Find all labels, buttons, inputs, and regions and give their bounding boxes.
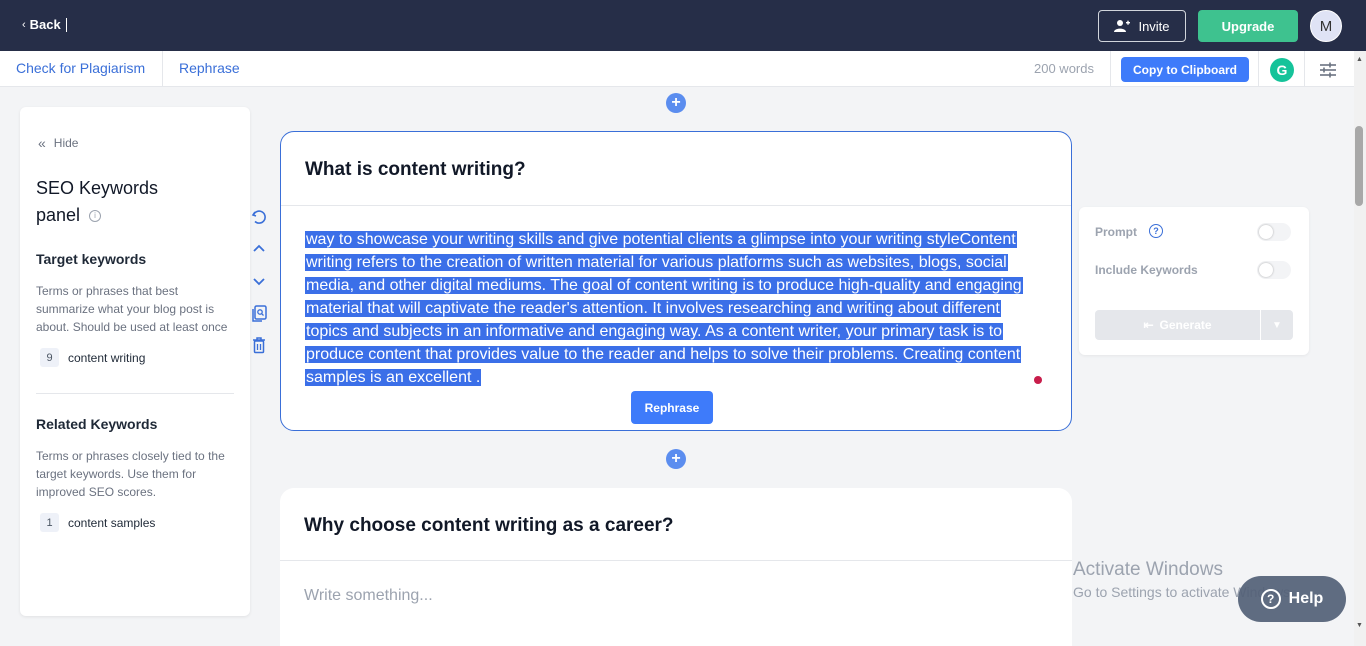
chevron-up-icon[interactable] — [250, 240, 268, 258]
divider — [281, 205, 1071, 206]
scroll-up-icon[interactable]: ▲ — [1356, 56, 1363, 63]
help-circle-icon[interactable]: ? — [1149, 224, 1163, 238]
back-label: Back — [29, 17, 61, 32]
help-button[interactable]: ? Help — [1238, 576, 1346, 622]
include-keywords-toggle[interactable] — [1257, 261, 1291, 279]
grammarly-icon[interactable]: G — [1270, 58, 1294, 82]
hide-label: Hide — [53, 136, 79, 150]
keyword-count: 1 — [40, 513, 59, 532]
divider — [1110, 51, 1111, 87]
rephrase-link[interactable]: Rephrase — [179, 60, 240, 76]
section-card: Why choose content writing as a career? … — [280, 488, 1072, 646]
divider — [66, 18, 67, 32]
generate-icon: ⇤ — [1143, 318, 1154, 332]
add-user-icon — [1114, 20, 1131, 32]
chevron-down-icon[interactable] — [250, 272, 268, 290]
chevron-left-icon: ‹ — [22, 18, 26, 31]
section-heading[interactable]: Why choose content writing as a career? — [304, 515, 674, 537]
upgrade-button[interactable]: Upgrade — [1198, 10, 1298, 42]
selected-text: way to showcase your writing skills and … — [305, 231, 1023, 386]
related-keywords-title: Related Keywords — [36, 416, 158, 432]
keyword-term: content samples — [68, 515, 156, 530]
help-icon: ? — [1260, 589, 1281, 609]
add-section-button[interactable]: + — [666, 449, 686, 469]
hide-panel-button[interactable]: « Hide — [38, 135, 78, 151]
undo-icon[interactable] — [250, 208, 268, 226]
divider — [280, 560, 1072, 561]
copy-search-icon[interactable] — [250, 304, 268, 322]
divider — [162, 51, 163, 87]
word-count: 200 words — [1034, 61, 1094, 76]
include-keywords-label: Include Keywords — [1095, 263, 1198, 277]
prompt-panel: Prompt ? Include Keywords ⇤ Generate ▼ — [1079, 207, 1309, 355]
divider — [36, 393, 234, 394]
section-heading[interactable]: What is content writing? — [305, 159, 526, 181]
seo-keywords-panel: « Hide SEO Keywords panel i Target keywo… — [20, 107, 250, 616]
invite-button[interactable]: Invite — [1098, 10, 1186, 42]
target-keywords-title: Target keywords — [36, 251, 147, 267]
panel-title: SEO Keywords panel i — [36, 175, 176, 229]
keyword-count: 9 — [40, 348, 59, 367]
prompt-toggle[interactable] — [1257, 223, 1291, 241]
invite-label: Invite — [1138, 18, 1170, 34]
avatar[interactable]: M — [1310, 10, 1342, 42]
keyword-item: 1 content samples — [40, 513, 155, 532]
rephrase-button[interactable]: Rephrase — [631, 391, 713, 424]
keyword-item: 9 content writing — [40, 348, 145, 367]
help-label: Help — [1288, 590, 1324, 607]
sliders-icon[interactable] — [1318, 60, 1338, 80]
toolbar: Check for Plagiarism Rephrase 200 words … — [0, 51, 1354, 87]
prompt-label: Prompt — [1095, 225, 1137, 239]
related-keywords-description: Terms or phrases closely tied to the tar… — [36, 449, 225, 499]
double-chevron-left-icon: « — [38, 135, 46, 151]
section-card: What is content writing? way to showcase… — [280, 131, 1072, 431]
generate-button[interactable]: ⇤ Generate — [1095, 310, 1260, 340]
scroll-down-icon[interactable]: ▼ — [1356, 622, 1363, 629]
section-body-editor[interactable]: way to showcase your writing skills and … — [305, 228, 1045, 389]
status-dot — [1034, 376, 1042, 384]
divider — [1304, 51, 1305, 87]
back-button[interactable]: ‹ Back — [22, 17, 61, 32]
section-body-editor[interactable]: Write something... — [304, 587, 433, 605]
keyword-term: content writing — [68, 350, 146, 365]
copy-to-clipboard-button[interactable]: Copy to Clipboard — [1121, 57, 1249, 82]
trash-icon[interactable] — [250, 336, 268, 354]
target-keywords-description: Terms or phrases that best summarize wha… — [36, 284, 228, 334]
divider — [1258, 51, 1259, 87]
generate-dropdown-button[interactable]: ▼ — [1261, 310, 1293, 340]
top-bar: ‹ Back Invite Upgrade M — [0, 0, 1366, 51]
generate-label: Generate — [1159, 318, 1212, 332]
info-icon[interactable]: i — [89, 210, 102, 223]
chevron-down-icon: ▼ — [1272, 319, 1282, 331]
check-plagiarism-link[interactable]: Check for Plagiarism — [16, 60, 145, 76]
scrollbar-thumb[interactable] — [1355, 126, 1363, 206]
add-section-button[interactable]: + — [666, 93, 686, 113]
